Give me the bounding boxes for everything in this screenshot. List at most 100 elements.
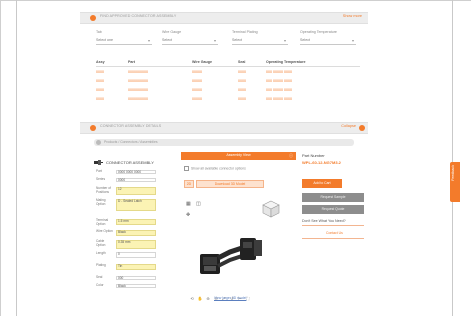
table-cell[interactable]: 000 00000 0000 bbox=[266, 85, 360, 94]
property-value-field[interactable]: D - Sealed Latch bbox=[116, 199, 156, 211]
table-row[interactable]: 0000 0000000000 00000 0000 000 00000 000… bbox=[96, 76, 360, 85]
table-header-row: Assy Part Wire Gauge Seal Operating Temp… bbox=[96, 58, 360, 67]
table-cell[interactable]: 00000 bbox=[192, 67, 238, 77]
feedback-tab[interactable]: Feedback bbox=[450, 162, 460, 202]
checkbox-label: Show all available connector options bbox=[191, 166, 246, 171]
home-icon[interactable] bbox=[96, 140, 101, 145]
table-cell[interactable]: 000 00000 0000 bbox=[266, 94, 360, 103]
viewer-header-text: Assembly View bbox=[226, 153, 251, 157]
chevron-down-icon: ▾ bbox=[147, 38, 150, 43]
view-larger-link[interactable]: View larger 3D model bbox=[214, 296, 246, 300]
connector-icon bbox=[94, 160, 103, 165]
column-header[interactable]: Operating Temperature bbox=[266, 58, 360, 67]
table-cell[interactable]: 0000000000 bbox=[128, 76, 192, 85]
property-value-field[interactable]: 1.5 mm bbox=[116, 219, 156, 225]
property-value-field[interactable]: Black bbox=[116, 284, 156, 288]
pan-icon[interactable]: ✋ bbox=[196, 296, 204, 301]
contact-us-link[interactable]: Contact Us bbox=[326, 231, 343, 235]
checkbox[interactable] bbox=[184, 166, 189, 171]
info-icon[interactable]: ⓘ bbox=[289, 153, 293, 159]
table-cell[interactable]: 0000 bbox=[96, 85, 128, 94]
table-row[interactable]: 0000 0000000000 00000 0000 000 00000 000… bbox=[96, 67, 360, 77]
column-header[interactable]: Part bbox=[128, 58, 192, 67]
property-label: Color bbox=[96, 283, 104, 287]
chevron-down-icon: ▾ bbox=[213, 38, 216, 43]
request-quote-button[interactable]: Request Quote bbox=[302, 205, 364, 214]
section-title: CONNECTOR ASSEMBLY DETAILS bbox=[100, 124, 162, 128]
property-label: Part bbox=[96, 169, 102, 173]
layers-icon[interactable]: ◫ bbox=[196, 201, 201, 207]
table-cell[interactable]: 0000 bbox=[238, 85, 266, 94]
viewer-toolbar: ⟲ ✋ ⊕ ⊖ ⤢ ↺ ⊢ ⛶ bbox=[188, 287, 280, 301]
filter-label: Operating Temperature bbox=[300, 30, 337, 34]
wire-gauge-select[interactable]: Select ▾ bbox=[162, 37, 218, 45]
table-row[interactable]: 0000 0000000000 00000 0000 000 00000 000… bbox=[96, 85, 360, 94]
column-header[interactable]: Wire Gauge bbox=[192, 58, 238, 67]
part-number-value: WPL-60-12-NG7M3.2 bbox=[302, 160, 341, 165]
property-label: Number of Positions bbox=[96, 186, 111, 194]
table-cell[interactable]: 0000 bbox=[96, 76, 128, 85]
table-cell[interactable]: 0000 bbox=[238, 94, 266, 103]
property-label: Terminal Option bbox=[96, 218, 109, 226]
add-to-cart-button[interactable]: Add to Cart bbox=[302, 179, 342, 188]
table-cell[interactable]: 0000 bbox=[238, 76, 266, 85]
request-sample-button[interactable]: Request Sample bbox=[302, 193, 364, 202]
terminal-plating-select[interactable]: Select ▾ bbox=[232, 37, 288, 45]
filter-label: Wire Gauge bbox=[162, 30, 182, 34]
table-cell[interactable]: 000 00000 0000 bbox=[266, 76, 360, 85]
section-marker-icon bbox=[90, 15, 96, 21]
section-title: FIND APPROVED CONNECTOR ASSEMBLY bbox=[100, 14, 177, 18]
property-label: Plating bbox=[96, 263, 106, 267]
help-question: Don't See What You Need? bbox=[302, 219, 346, 223]
property-value-field[interactable]: 0000 0000 0000 bbox=[116, 170, 156, 174]
divider bbox=[302, 238, 364, 239]
property-value-field[interactable]: Tin bbox=[116, 264, 156, 270]
table-cell[interactable]: 0000 bbox=[238, 67, 266, 77]
property-value-field[interactable]: 0.35 mm bbox=[116, 240, 156, 249]
column-header[interactable]: Assy bbox=[96, 58, 128, 67]
show-more-link[interactable]: Show more bbox=[343, 14, 362, 18]
operating-temperature-select[interactable]: Select ▾ bbox=[300, 37, 356, 45]
find-assembly-section-header[interactable]: FIND APPROVED CONNECTOR ASSEMBLY Show mo… bbox=[80, 12, 368, 24]
property-label: Length bbox=[96, 251, 106, 255]
grid-icon[interactable]: ▦ bbox=[186, 201, 191, 207]
chevron-down-icon: ▾ bbox=[283, 38, 286, 43]
table-cell[interactable]: 00000 bbox=[192, 94, 238, 103]
table-row[interactable]: 0000 0000000000 00000 0000 000 00000 000… bbox=[96, 94, 360, 103]
section-marker-icon bbox=[90, 125, 96, 131]
feedback-tab-label: Feedback bbox=[451, 165, 455, 181]
download-3d-button[interactable]: Download 3D Model bbox=[196, 180, 264, 188]
table-cell[interactable]: 000 00000 0000 bbox=[266, 67, 360, 77]
collapse-link[interactable]: Collapse bbox=[341, 124, 356, 128]
table-cell[interactable]: 00000 bbox=[192, 76, 238, 85]
table-cell[interactable]: 0000 bbox=[96, 94, 128, 103]
connector-3d-model[interactable] bbox=[196, 226, 268, 282]
rotate-icon[interactable]: ⟲ bbox=[188, 296, 196, 301]
breadcrumb-text[interactable]: Products / Connectors / Assemblies bbox=[104, 140, 158, 144]
column-header[interactable]: Seal bbox=[238, 58, 266, 67]
property-value-field[interactable]: 0 bbox=[116, 252, 156, 258]
viewer-header: Assembly View ⓘ bbox=[181, 152, 296, 160]
move-icon[interactable]: ✥ bbox=[186, 212, 190, 218]
property-value-field[interactable]: 12 bbox=[116, 187, 156, 195]
results-table: Assy Part Wire Gauge Seal Operating Temp… bbox=[96, 58, 360, 103]
filter-label: Terminal Plating bbox=[232, 30, 258, 34]
tab-select[interactable]: Select one ▾ bbox=[96, 37, 152, 45]
table-cell[interactable]: 00000 bbox=[192, 85, 238, 94]
table-cell[interactable]: 0000000000 bbox=[128, 85, 192, 94]
property-value-field[interactable]: 0000 bbox=[116, 178, 156, 182]
table-cell[interactable]: 0000 bbox=[96, 67, 128, 77]
assembly-details-section-header[interactable]: CONNECTOR ASSEMBLY DETAILS Collapse bbox=[80, 122, 368, 134]
show-options-checkbox-row[interactable]: Show all available connector options bbox=[184, 166, 246, 171]
part-number-label: Part Number bbox=[302, 153, 325, 158]
table-cell[interactable]: 0000000000 bbox=[128, 94, 192, 103]
divider bbox=[302, 225, 364, 226]
table-cell[interactable]: 0000000000 bbox=[128, 67, 192, 77]
view-cube-icon[interactable] bbox=[262, 200, 280, 218]
property-value-field[interactable]: Black bbox=[116, 230, 156, 236]
zoom-in-icon[interactable]: ⊕ bbox=[204, 296, 212, 301]
property-label: Wire Option bbox=[96, 229, 113, 233]
property-value-field[interactable]: 000 bbox=[116, 276, 156, 280]
view-2d-button[interactable]: 2D bbox=[184, 180, 194, 188]
collapse-icon[interactable] bbox=[359, 125, 365, 131]
